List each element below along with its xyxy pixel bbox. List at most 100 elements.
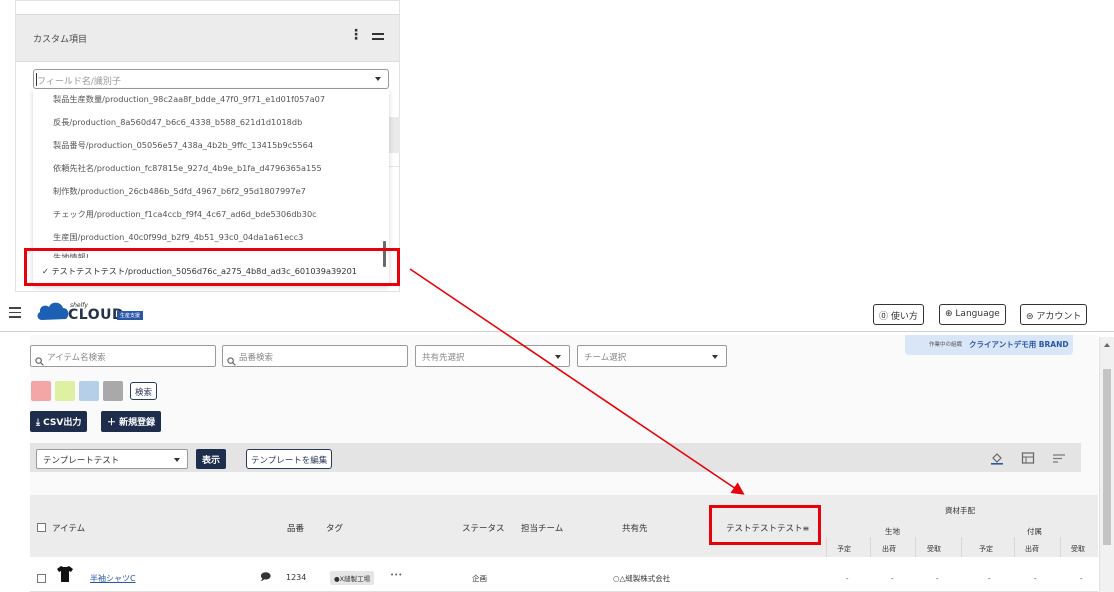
row-checkbox[interactable]	[37, 574, 46, 583]
header-accessories: 付属	[1027, 527, 1042, 536]
hamburger-menu-icon[interactable]	[9, 307, 21, 318]
header-materials: 資材手配	[945, 506, 975, 515]
cloud-logo-icon	[36, 300, 70, 326]
table-header: アイテム 品番 タグ ステータス 担当チーム 共有先 テストテストテスト≡ 資材…	[30, 495, 1098, 557]
company-label: 作業中の組織	[929, 342, 963, 348]
logo-badge: 生産支援	[117, 311, 144, 320]
search-icon	[35, 351, 44, 370]
color-swatch-gray[interactable]	[103, 381, 123, 401]
question-circle-icon: ⓪	[879, 312, 889, 322]
share-select-placeholder: 共有先選択	[422, 353, 465, 363]
drag-handle-icon[interactable]	[372, 33, 384, 41]
globe-icon: ⊕	[945, 309, 953, 319]
table-layout-icon[interactable]	[1021, 451, 1035, 465]
template-show-button[interactable]: 表示	[196, 449, 227, 469]
scroll-up-icon[interactable]	[1104, 343, 1110, 347]
popup-title: カスタム項目	[33, 35, 88, 45]
team-select[interactable]: チーム選択	[577, 345, 727, 367]
header-item[interactable]: アイテム	[52, 522, 85, 534]
highlight-selected-option	[24, 248, 400, 286]
template-select[interactable]: テンプレートテスト	[36, 449, 188, 469]
header-part-no[interactable]: 品番	[287, 522, 304, 534]
template-edit-button[interactable]: テンプレートを編集	[246, 449, 333, 469]
header-status[interactable]: ステータス	[462, 522, 505, 534]
account-label: アカウント	[1036, 312, 1082, 322]
color-swatch-blue[interactable]	[79, 381, 99, 401]
header-divider	[0, 331, 1114, 332]
dash-cell: -	[1080, 575, 1083, 583]
header-sub-receive: 受取	[927, 545, 941, 553]
dash-cell: -	[936, 575, 939, 583]
dropdown-option[interactable]: 製品生産数量/production_98c2aa8f_bdde_47f0_9f7…	[53, 93, 325, 105]
language-button[interactable]: ⊕ Language	[939, 304, 1006, 325]
dropdown-option[interactable]: 反長/production_8a560d47_b6c6_4338_b588_62…	[53, 116, 302, 128]
status-cell: 企画	[472, 574, 487, 583]
chevron-down-icon[interactable]	[375, 77, 381, 81]
help-button[interactable]: ⓪ 使い方	[873, 304, 924, 325]
field-search-combobox[interactable]: フィールド名/識別子	[33, 69, 389, 89]
dash-cell: -	[891, 575, 894, 583]
header-team[interactable]: 担当チーム	[521, 522, 563, 534]
col-divider	[1060, 537, 1061, 557]
chevron-down-icon	[712, 355, 718, 359]
logo-text: CLOUD	[68, 307, 125, 323]
item-search-input[interactable]: アイテム名検索	[30, 345, 216, 367]
header-tag[interactable]: タグ	[326, 522, 343, 534]
color-swatch-yellow[interactable]	[55, 381, 75, 401]
dash-cell: -	[846, 575, 849, 583]
account-button[interactable]: ⊜ アカウント	[1020, 304, 1088, 325]
company-name: クライアントデモ用 BRAND	[969, 340, 1069, 349]
new-register-button[interactable]: ＋ 新規登録	[101, 411, 162, 432]
download-icon: ⤓	[36, 418, 40, 428]
popup-header: カスタム項目 ⋮	[16, 14, 399, 62]
col-divider	[1014, 537, 1015, 557]
col-divider	[961, 537, 962, 557]
header-sub-plan: 予定	[837, 545, 851, 553]
header-sub-receive: 受取	[1071, 545, 1085, 553]
dash-cell: -	[1034, 575, 1037, 583]
help-label: 使い方	[890, 312, 918, 322]
color-swatch-red[interactable]	[31, 381, 51, 401]
dropdown-option[interactable]: 制作数/production_26cb486b_5dfd_4967_b6f2_9…	[53, 185, 306, 197]
tag-chip[interactable]: ●X縫製工場	[330, 571, 375, 585]
paint-bucket-icon[interactable]	[990, 451, 1004, 465]
shirt-thumbnail-icon[interactable]	[55, 564, 75, 584]
template-selected: テンプレートテスト	[43, 456, 120, 466]
plus-icon: ＋	[107, 418, 117, 428]
comment-icon[interactable]: 🗩	[260, 570, 271, 587]
col-divider	[870, 537, 871, 557]
col-divider	[826, 537, 827, 557]
part-search-placeholder: 品番検索	[239, 353, 274, 363]
search-button[interactable]: 検索	[130, 382, 158, 400]
dropdown-option[interactable]: 生産国/production_40c0f99d_b2f9_4b51_93c0_0…	[53, 231, 303, 243]
highlight-custom-column	[709, 505, 821, 545]
dropdown-option[interactable]: チェック用/production_f1ca4ccb_f9f4_4c67_ad6d…	[53, 208, 317, 220]
part-no-cell: 1234	[286, 573, 307, 582]
table-row[interactable]: 半袖シャツC 🗩 1234 ●X縫製工場 ••• 企画 ○△縫製株式会社 - -…	[30, 557, 1098, 592]
dash-cell: -	[988, 575, 991, 583]
item-search-placeholder: アイテム名検索	[47, 353, 106, 363]
chevron-down-icon	[555, 355, 561, 359]
csv-export-button[interactable]: ⤓ CSV出力	[30, 411, 88, 432]
share-select[interactable]: 共有先選択	[415, 345, 570, 367]
item-name-link[interactable]: 半袖シャツC	[90, 573, 136, 584]
header-sub-ship: 出荷	[1025, 545, 1039, 553]
kebab-menu-icon[interactable]: ⋮	[349, 28, 363, 42]
csv-label: CSV出力	[43, 418, 82, 428]
team-select-placeholder: チーム選択	[584, 353, 627, 363]
page-scrollbar[interactable]	[1099, 337, 1114, 592]
field-placeholder: フィールド名/識別子	[37, 77, 121, 87]
language-label: Language	[955, 309, 1000, 319]
dropdown-option[interactable]: 依頼先社名/production_fc87815e_927d_4b9e_b1fa…	[53, 162, 322, 174]
sort-lines-icon[interactable]	[1052, 451, 1066, 465]
header-share[interactable]: 共有先	[622, 522, 648, 534]
header-sub-ship: 出荷	[882, 545, 896, 553]
part-search-input[interactable]: 品番検索	[222, 345, 408, 367]
header-fabric: 生地	[885, 527, 900, 536]
share-cell: ○△縫製株式会社	[613, 574, 671, 583]
select-all-checkbox[interactable]	[37, 523, 46, 532]
user-circle-icon: ⊜	[1026, 312, 1034, 322]
dropdown-option[interactable]: 製品番号/production_05056e57_438a_4b2b_9ffc_…	[53, 139, 313, 151]
more-tags-button[interactable]: •••	[390, 571, 402, 579]
scrollbar-thumb[interactable]	[1103, 369, 1111, 545]
